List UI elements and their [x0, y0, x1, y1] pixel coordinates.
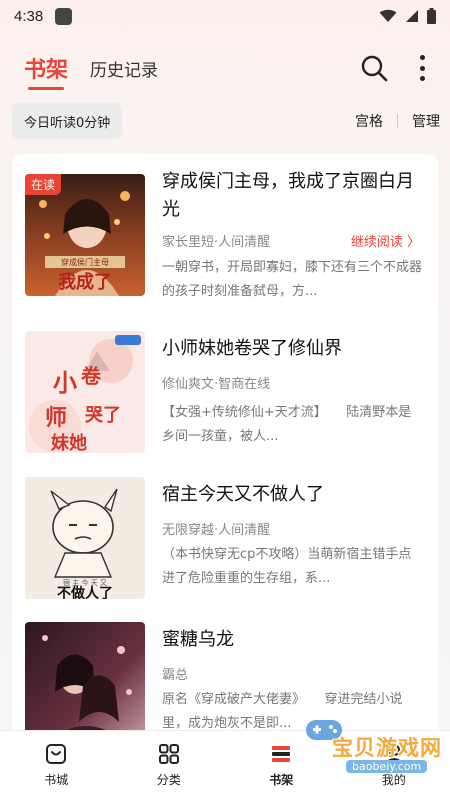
book-cover: [25, 622, 145, 744]
manage-button[interactable]: 管理: [412, 111, 440, 131]
nav-item-profile[interactable]: 我的: [338, 731, 450, 800]
book-description: （本书快穿无cp不攻略）当萌新宿主错手点进了危险重重的生存组，系...: [162, 547, 412, 586]
nav-label: 分类: [156, 773, 181, 787]
book-title: 蜜糖乌龙: [162, 629, 234, 650]
book-list: 穿成侯门主母 我成了 在读 穿成侯门主母，我成了京圈白月光 家长里短·人间清醒 …: [12, 154, 438, 744]
cover-image: 小 卷 师 哭了 妹她: [25, 331, 145, 453]
tab-bookshelf[interactable]: 书架: [24, 52, 69, 90]
svg-text:我成了: 我成了: [58, 271, 112, 293]
bottom-nav: 书城 分类 书架 我的: [0, 730, 450, 800]
book-description: 原名《穿成破产大佬妻》 穿进完结小说里，成为炮灰不是即...: [162, 692, 403, 731]
book-meta: 无限穿越·人间清醒: [162, 523, 271, 538]
book-title: 穿成侯门主母，我成了京圈白月光: [162, 171, 414, 220]
status-time: 4:38: [14, 7, 44, 25]
more-menu-icon[interactable]: [418, 55, 426, 81]
cover-image: 宿 主 今 天 又 不做人了: [25, 477, 145, 599]
header: 书架 历史记录: [0, 40, 450, 96]
search-icon[interactable]: [360, 54, 388, 82]
list-item[interactable]: 穿成侯门主母 我成了 在读 穿成侯门主母，我成了京圈白月光 家长里短·人间清醒 …: [12, 154, 438, 299]
book-meta: 修仙爽文·智商在线: [162, 377, 271, 392]
book-title: 小师妹她卷哭了修仙界: [162, 338, 342, 359]
bookshelf-icon: [272, 746, 291, 762]
sub-bar: 今日听读0分钟 宫格 管理: [12, 102, 440, 140]
svg-text:卷: 卷: [81, 364, 102, 388]
battery-icon: [427, 8, 436, 24]
header-actions: [360, 54, 426, 82]
listen-time-chip[interactable]: 今日听读0分钟: [12, 103, 123, 139]
book-cover: 宿 主 今 天 又 不做人了: [25, 477, 145, 599]
svg-text:不做人了: 不做人了: [57, 585, 113, 599]
list-item[interactable]: 小 卷 师 哭了 妹她 小师妹她卷哭了修仙界 修仙爽文·智商在线 【女强+传统修…: [12, 311, 438, 453]
book-meta: 家长里短·人间清醒: [162, 235, 271, 250]
book-description: 【女强+传统修仙+天才流】 陆清野本是乡间一孩童，被人...: [162, 405, 412, 444]
book-description: 一朝穿书，开局即寡妇，膝下还有三个不成器的孩子时刻准备弑母，方...: [162, 260, 423, 299]
book-meta: 霸总: [162, 668, 189, 683]
svg-text:师: 师: [45, 405, 67, 431]
reading-badge: 在读: [25, 174, 62, 195]
svg-text:穿成侯门主母: 穿成侯门主母: [61, 257, 109, 267]
list-item[interactable]: 宿 主 今 天 又 不做人了 宿主今天又不做人了 无限穿越·人间清醒 （本书快穿…: [12, 457, 438, 599]
nav-label: 书架: [269, 773, 294, 787]
svg-text:小: 小: [53, 368, 77, 397]
cover-image: [25, 622, 145, 744]
signal-icon: [406, 10, 418, 22]
status-icons: [379, 8, 436, 24]
book-cover: 小 卷 师 哭了 妹她: [25, 331, 145, 453]
divider: [397, 114, 398, 128]
nav-item-category[interactable]: 分类: [113, 731, 226, 800]
profile-icon: [384, 744, 404, 765]
tab-bookshelf-label: 书架: [24, 58, 69, 83]
tab-history[interactable]: 历史记录: [90, 56, 158, 81]
grid-icon: [158, 744, 179, 764]
active-tab-indicator: [28, 87, 65, 90]
grid-view-button[interactable]: 宫格: [355, 111, 383, 131]
wifi-icon: [379, 9, 397, 22]
nav-label: 我的: [381, 773, 406, 787]
shelf-options: 宫格 管理: [355, 111, 440, 131]
nav-item-store[interactable]: 书城: [0, 731, 113, 800]
nav-item-bookshelf[interactable]: 书架: [225, 731, 338, 800]
list-item[interactable]: 蜜糖乌龙 霸总 原名《穿成破产大佬妻》 穿进完结小说里，成为炮灰不是即...: [12, 602, 438, 744]
continue-reading-link[interactable]: 继续阅读 〉: [351, 231, 420, 250]
store-icon: [46, 744, 67, 764]
notification-app-icon: [55, 7, 73, 25]
svg-text:哭了: 哭了: [84, 405, 121, 426]
book-title: 宿主今天又不做人了: [162, 484, 324, 505]
book-cover: 穿成侯门主母 我成了 在读: [25, 174, 145, 296]
nav-label: 书城: [44, 773, 69, 787]
status-bar: 4:38: [0, 0, 450, 32]
svg-text:妹她: 妹她: [50, 432, 87, 453]
